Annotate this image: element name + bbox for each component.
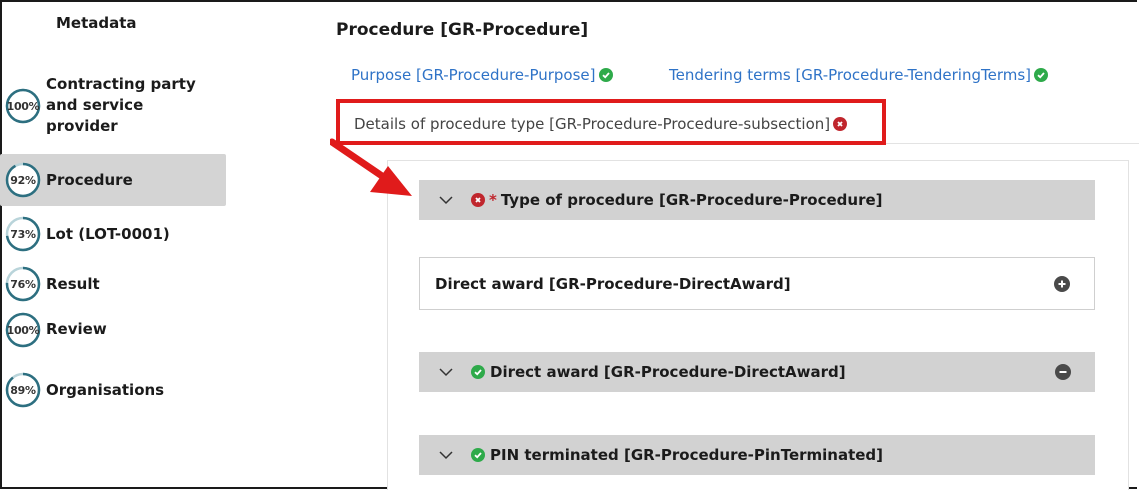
tab-label: Details of procedure type [GR-Procedure-… <box>354 115 831 133</box>
progress-circle: 73% <box>4 215 42 253</box>
sidebar-item-result[interactable]: 76% Result <box>0 262 226 306</box>
minus-circle-icon[interactable] <box>1055 364 1071 380</box>
accordion-direct-award[interactable]: Direct award [GR-Procedure-DirectAward] <box>419 352 1095 392</box>
check-circle-icon <box>598 68 613 82</box>
sidebar-title: Metadata <box>56 14 137 32</box>
progress-circle: 89% <box>4 371 42 409</box>
sidebar-item-procedure[interactable]: 92% Procedure <box>0 154 226 206</box>
red-arrow-icon <box>330 138 412 196</box>
progress-circle: 92% <box>4 161 42 199</box>
accordion-type-of-procedure[interactable]: * Type of procedure [GR-Procedure-Proced… <box>419 180 1095 220</box>
check-circle-icon <box>1034 68 1049 82</box>
progress-circle: 100% <box>4 311 42 349</box>
tab-tendering-terms[interactable]: Tendering terms [GR-Procedure-TenderingT… <box>669 66 1049 84</box>
progress-circle: 76% <box>4 265 42 303</box>
accordion-label: Type of procedure [GR-Procedure-Procedur… <box>500 191 883 209</box>
sidebar-item-label: Organisations <box>46 380 165 399</box>
accordion-pin-terminated[interactable]: PIN terminated [GR-Procedure-PinTerminat… <box>419 435 1095 475</box>
sidebar-item-label: Result <box>46 274 100 293</box>
sidebar-item-label: Contracting party and service provider <box>46 74 196 135</box>
addable-direct-award: Direct award [GR-Procedure-DirectAward] <box>419 257 1095 310</box>
error-circle-icon <box>833 117 848 131</box>
error-circle-icon <box>471 193 485 207</box>
plus-circle-icon[interactable] <box>1054 275 1070 292</box>
chevron-down-icon[interactable] <box>439 448 453 462</box>
accordion-label: PIN terminated [GR-Procedure-PinTerminat… <box>490 446 884 464</box>
tab-label: Tendering terms [GR-Procedure-TenderingT… <box>669 66 1032 84</box>
sidebar-item-contracting-party[interactable]: 100% Contracting party and service provi… <box>0 64 226 148</box>
sidebar-item-review[interactable]: 100% Review <box>0 311 226 357</box>
sidebar-item-organisations[interactable]: 89% Organisations <box>0 368 226 412</box>
sidebar-item-label: Lot (LOT-0001) <box>46 224 170 243</box>
chevron-down-icon[interactable] <box>439 193 453 207</box>
sidebar-item-label: Review <box>46 319 107 338</box>
chevron-down-icon[interactable] <box>439 365 453 379</box>
check-circle-icon <box>471 365 485 379</box>
tab-purpose[interactable]: Purpose [GR-Procedure-Purpose] <box>351 66 613 84</box>
sidebar-item-label: Procedure <box>46 170 133 189</box>
sidebar-item-lot[interactable]: 73% Lot (LOT-0001) <box>0 212 226 256</box>
tab-label: Purpose [GR-Procedure-Purpose] <box>351 66 596 84</box>
required-marker: * <box>489 191 497 209</box>
accordion-label: Direct award [GR-Procedure-DirectAward] <box>490 363 846 381</box>
tab-divider <box>886 143 1139 144</box>
section-label: Direct award [GR-Procedure-DirectAward] <box>435 274 791 293</box>
page-title: Procedure [GR-Procedure] <box>336 20 589 40</box>
progress-circle: 100% <box>4 87 42 125</box>
check-circle-icon <box>471 448 485 462</box>
